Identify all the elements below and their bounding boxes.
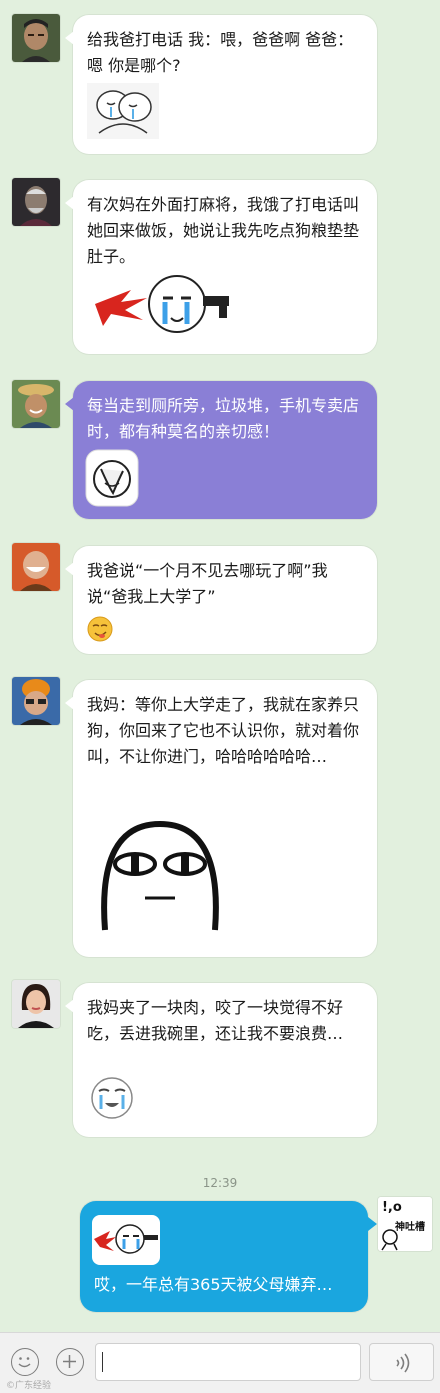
smirk-emoji	[87, 616, 113, 642]
text-caret	[102, 1352, 103, 1372]
message-text: 我妈夹了一块肉，咬了一块觉得不好吃，丢进我碗里，还让我不要浪费…	[87, 998, 344, 1043]
sender-avatar[interactable]	[12, 677, 60, 725]
sender-avatar[interactable]	[12, 980, 60, 1028]
voice-button[interactable]	[369, 1343, 434, 1381]
tearful-smile-sticker	[91, 1077, 133, 1119]
message-bubble[interactable]: 我妈夹了一块肉，咬了一块觉得不好吃，丢进我碗里，还让我不要浪费…	[65, 983, 377, 1137]
message-bubble[interactable]: 每当走到厕所旁，垃圾堆，手机专卖店时，都有种莫名的亲切感！	[65, 381, 377, 519]
message-text: 我爸说“一个月不见去哪玩了啊”我说“爸我上大学了”	[87, 561, 328, 606]
sender-avatar[interactable]	[12, 543, 60, 591]
svg-text:!,o: !,o	[382, 1200, 402, 1215]
watermark: ©广东经验	[6, 1381, 52, 1391]
message-bubble[interactable]: 有次妈在外面打麻将，我饿了打电话叫她回来做饭，她说让我先吃点狗粮垫垫肚子。	[65, 180, 377, 354]
message-bubble[interactable]: 给我爸打电话 我：喂，爸爸啊 爸爸：嗯 你是哪个?	[65, 15, 377, 154]
message-text: 有次妈在外面打麻将，我饿了打电话叫她回来做饭，她说让我先吃点狗粮垫垫肚子。	[87, 195, 360, 266]
message-text: 每当走到厕所旁，垃圾堆，手机专卖店时，都有种莫名的亲切感！	[87, 396, 360, 441]
input-bar: ©广东经验	[0, 1332, 440, 1393]
message-text: 给我爸打电话 我：喂，爸爸啊 爸爸：嗯 你是哪个?	[87, 30, 354, 75]
message-bubble[interactable]: 我妈：等你上大学走了，我就在家养只狗，你回来了它也不认识你，就对着你叫，不让你进…	[65, 680, 377, 957]
my-message-bubble[interactable]: 哎，一年总有365天被父母嫌弃…	[80, 1201, 377, 1312]
smiley-icon[interactable]	[11, 1348, 39, 1376]
timestamp: 12:39	[202, 1176, 238, 1190]
my-avatar[interactable]: !,o 神吐槽	[378, 1197, 432, 1251]
message-bubble[interactable]: 我爸说“一个月不见去哪玩了啊”我说“爸我上大学了”	[65, 546, 377, 654]
crying-gun-sticker	[92, 1215, 160, 1265]
plus-icon[interactable]	[56, 1348, 84, 1376]
my-avatar-label: 神吐槽	[395, 1222, 425, 1233]
message-text: 我妈：等你上大学走了，我就在家养只狗，你回来了它也不认识你，就对着你叫，不让你进…	[87, 695, 360, 766]
sender-avatar[interactable]	[12, 14, 60, 62]
facepalm-sticker	[85, 449, 139, 507]
my-message-text: 哎，一年总有365天被父母嫌弃…	[94, 1275, 333, 1294]
voice-icon	[396, 1353, 410, 1373]
sender-avatar[interactable]	[12, 380, 60, 428]
sender-avatar[interactable]	[12, 178, 60, 226]
crying-hug-sticker	[87, 83, 159, 139]
deadpan-face-sticker	[101, 820, 219, 931]
crying-gun-sticker	[95, 275, 229, 333]
message-input[interactable]	[95, 1343, 361, 1381]
